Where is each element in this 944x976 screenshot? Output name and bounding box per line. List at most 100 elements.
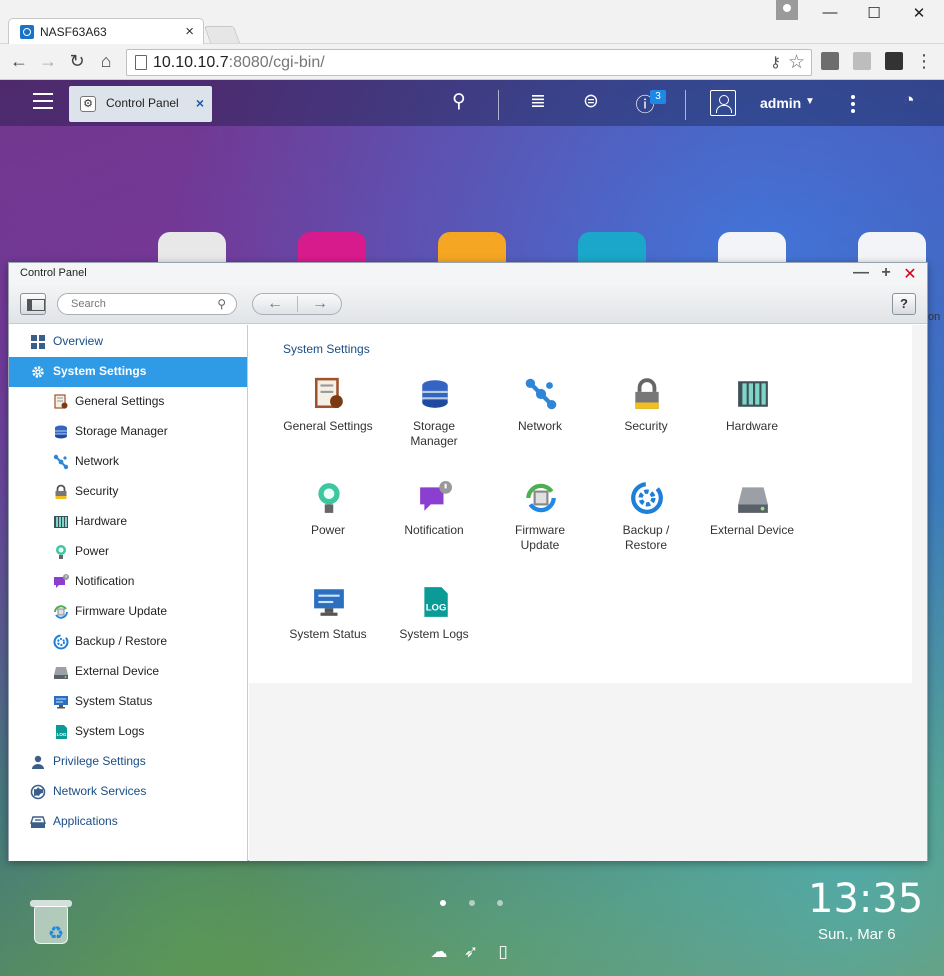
tile-system-logs[interactable]: LOG System Logs	[381, 585, 487, 681]
window-title: Control Panel	[20, 267, 87, 279]
url-text[interactable]: 10.10.10.7:8080/cgi-bin/	[153, 54, 325, 72]
log-icon: LOG	[53, 724, 69, 740]
book-icon[interactable]: ▯	[492, 942, 514, 962]
recycle-bin-icon[interactable]: ♻	[28, 900, 74, 946]
sidebar-item-hardware[interactable]: Hardware	[9, 507, 247, 537]
sidebar-item-privilege-settings[interactable]: Privilege Settings	[9, 747, 247, 777]
settings-panel: System Settings General Settings Storage …	[249, 325, 912, 683]
back-arrow-icon[interactable]: ←	[253, 295, 297, 313]
tile-label: Hardware	[725, 419, 779, 433]
key-icon[interactable]: ⚷	[770, 53, 781, 71]
reload-icon[interactable]: ↻	[67, 51, 87, 72]
sidebar-item-applications[interactable]: Applications	[9, 807, 247, 837]
extension-g-icon[interactable]	[821, 52, 839, 70]
tile-firmware-update[interactable]: Firmware Update	[487, 481, 593, 577]
forward-arrow-icon[interactable]: →	[38, 51, 58, 72]
sidebar-item-external-device[interactable]: External Device	[9, 657, 247, 687]
window-minimize-button[interactable]: —	[853, 264, 869, 282]
hardware-icon	[736, 377, 770, 411]
sidebar-item-label: External Device	[75, 664, 160, 678]
tile-general-settings[interactable]: General Settings	[275, 377, 381, 473]
tile-system-status[interactable]: System Status	[275, 585, 381, 681]
tile-security[interactable]: Security	[593, 377, 699, 473]
close-window-button[interactable]: ✕	[904, 4, 934, 22]
main-menu-icon[interactable]	[33, 93, 53, 109]
background-tasks-icon[interactable]: ≣	[525, 90, 551, 113]
sidebar-item-firmware-update[interactable]: Firmware Update	[9, 597, 247, 627]
external-device-icon[interactable]: ⊜	[578, 90, 604, 113]
search-icon[interactable]: ⚲	[446, 90, 472, 113]
extension-puzzle-icon[interactable]	[853, 52, 871, 70]
sidebar-item-network[interactable]: Network	[9, 447, 247, 477]
qts-topbar: ⚙ Control Panel × ⚲ ≣ ⊜ ⓘ 3 admin ▼ ◔	[0, 80, 944, 126]
minimize-button[interactable]: —	[815, 4, 845, 21]
tab-close-icon[interactable]: ×	[185, 23, 194, 40]
rocket-icon[interactable]: ➶	[460, 942, 482, 962]
sidebar-item-network-services[interactable]: Network Services	[9, 777, 247, 807]
taskbar-tab-close-icon[interactable]: ×	[196, 95, 204, 111]
history-nav: ← →	[252, 293, 342, 315]
page-dot[interactable]	[440, 900, 446, 906]
user-name[interactable]: admin	[760, 95, 801, 111]
cloud-icon[interactable]: ☁	[428, 942, 450, 962]
tile-storage-manager[interactable]: Storage Manager	[381, 377, 487, 473]
address-bar[interactable]: 10.10.10.7:8080/cgi-bin/ ⚷ ☆	[126, 49, 812, 76]
window-maximize-button[interactable]: +	[878, 264, 894, 282]
tile-backup-restore[interactable]: Backup / Restore	[593, 481, 699, 577]
window-close-button[interactable]: ✕	[902, 264, 918, 284]
home-icon[interactable]: ⌂	[96, 51, 116, 72]
dashboard-gauge-icon[interactable]: ◔	[896, 90, 922, 112]
window-titlebar[interactable]: Control Panel — + ✕	[9, 263, 927, 285]
sidebar-item-storage-manager[interactable]: Storage Manager	[9, 417, 247, 447]
search-field[interactable]: Search ⚲	[57, 293, 237, 315]
page-icon	[135, 55, 147, 70]
external-device-icon	[53, 664, 69, 680]
sidebar-item-power[interactable]: Power	[9, 537, 247, 567]
user-avatar-icon[interactable]	[710, 90, 736, 116]
sidebar-item-system-logs[interactable]: LOG System Logs	[9, 717, 247, 747]
extension-shield-icon[interactable]	[885, 52, 903, 70]
sidebar-toggle-button[interactable]	[20, 293, 46, 315]
chevron-down-icon[interactable]: ▼	[805, 96, 815, 107]
tile-power[interactable]: Power	[275, 481, 381, 577]
new-tab-button[interactable]	[203, 26, 241, 43]
sidebar-item-notification[interactable]: Notification	[9, 567, 247, 597]
tile-notification[interactable]: Notification	[381, 481, 487, 577]
page-dot[interactable]	[497, 900, 503, 906]
external-device-icon	[736, 481, 770, 515]
forward-arrow-icon[interactable]: →	[298, 295, 342, 313]
bookmark-star-icon[interactable]: ☆	[788, 51, 805, 74]
tile-label: Backup / Restore	[622, 523, 670, 552]
bulb-icon	[312, 481, 346, 515]
sidebar-item-system-settings[interactable]: System Settings	[9, 357, 247, 387]
recycle-bin-body: ♻	[34, 906, 68, 944]
tile-network[interactable]: Network	[487, 377, 593, 473]
url-host: 10.10.10.7	[153, 54, 229, 71]
lock-icon	[630, 377, 664, 411]
sidebar-item-system-status[interactable]: System Status	[9, 687, 247, 717]
browser-menu-icon[interactable]: ⋮	[914, 51, 934, 72]
maximize-button[interactable]: ☐	[859, 4, 889, 22]
search-icon[interactable]: ⚲	[217, 297, 226, 311]
sidebar-item-general-settings[interactable]: General Settings	[9, 387, 247, 417]
sidebar-item-label: Firmware Update	[75, 604, 168, 618]
tile-external-device[interactable]: External Device	[699, 481, 805, 577]
browser-tab[interactable]: NASF63A63 ×	[8, 18, 204, 45]
help-button[interactable]: ?	[892, 293, 916, 315]
sidebar-item-label: Power	[75, 544, 110, 558]
hardware-icon	[53, 514, 69, 530]
sidebar-item-security[interactable]: Security	[9, 477, 247, 507]
sidebar-item-label: Network	[75, 454, 120, 468]
window-user-icon[interactable]	[776, 0, 798, 20]
taskbar-tab-control-panel[interactable]: ⚙ Control Panel ×	[69, 86, 212, 122]
tile-hardware[interactable]: Hardware	[699, 377, 805, 473]
sidebar-item-overview[interactable]: Overview	[9, 327, 247, 357]
more-options-icon[interactable]	[851, 95, 855, 113]
back-arrow-icon[interactable]: ←	[9, 51, 29, 72]
page-dot[interactable]	[469, 900, 475, 906]
sidebar-item-label: Storage Manager	[75, 424, 168, 438]
general-settings-icon	[53, 394, 69, 410]
sidebar-item-backup-restore[interactable]: Backup / Restore	[9, 627, 247, 657]
tile-label: Firmware Update	[515, 523, 565, 552]
backup-icon	[630, 481, 664, 515]
